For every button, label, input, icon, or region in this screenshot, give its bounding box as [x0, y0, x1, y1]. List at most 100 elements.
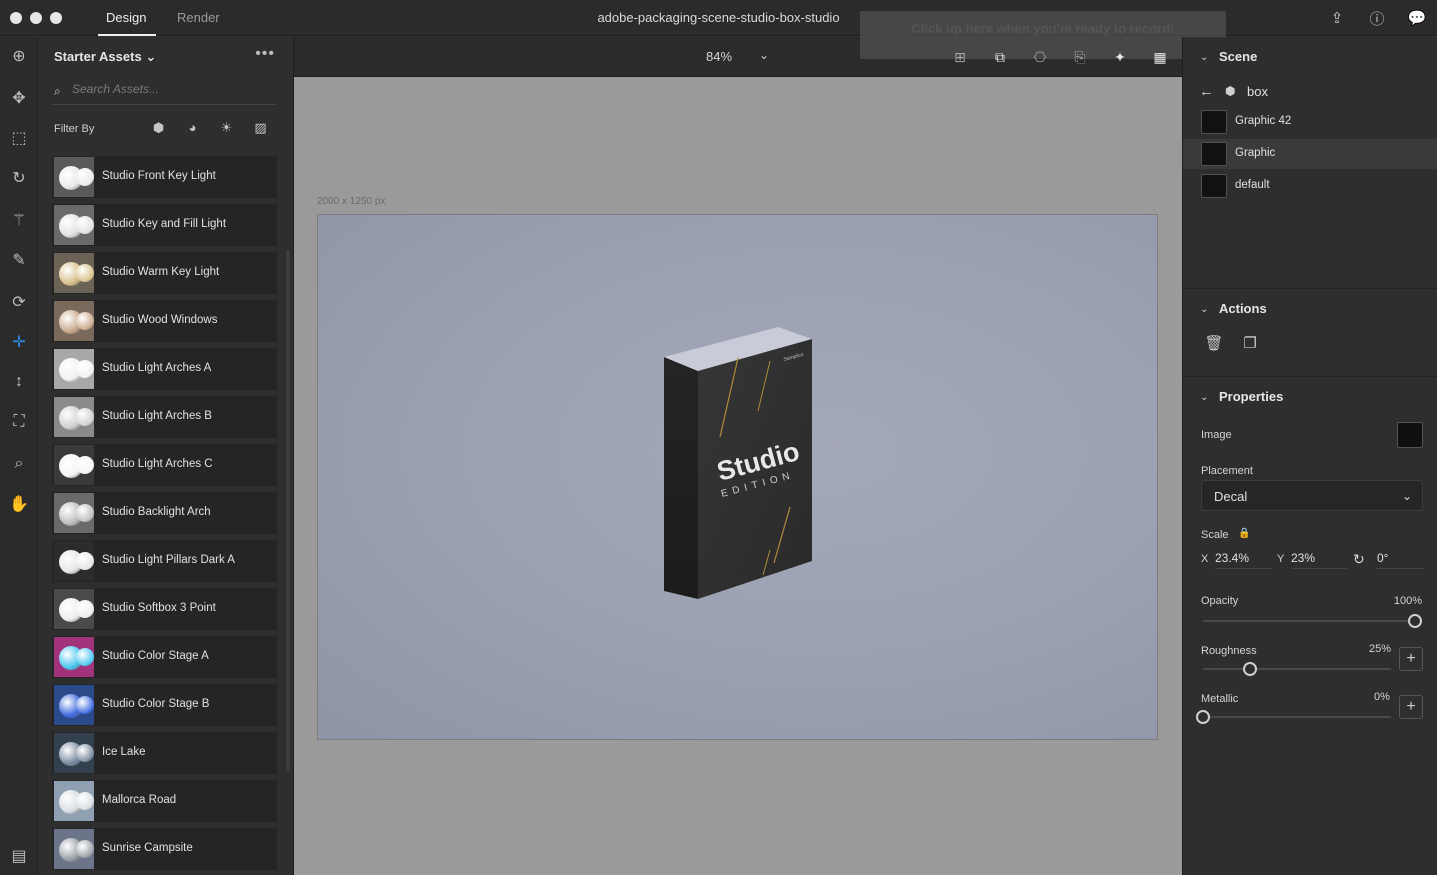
- frame-icon[interactable]: ⛶: [7, 410, 31, 434]
- placement-select[interactable]: Decal ⌄: [1201, 480, 1423, 511]
- asset-thumbnail: [54, 781, 94, 821]
- cube-icon: ⬢: [1225, 84, 1236, 98]
- asset-label: Studio Color Stage A: [102, 650, 209, 662]
- camera-add-icon[interactable]: ⎘: [1069, 47, 1091, 67]
- eyedropper-icon[interactable]: ✎: [7, 248, 31, 272]
- preview-sphere: [76, 168, 94, 186]
- asset-list-item[interactable]: Studio Wood Windows: [52, 300, 277, 342]
- asset-list-item[interactable]: Studio Color Stage A: [52, 636, 277, 678]
- assets-header-label: Starter Assets: [54, 49, 142, 64]
- filter-label: Filter By: [54, 123, 95, 135]
- zoom-level[interactable]: 84%: [706, 49, 732, 64]
- record-hint-text: Click up here when you're ready to recor…: [911, 21, 1175, 36]
- orbit-icon[interactable]: ⟳: [7, 290, 31, 314]
- grid-view-icon[interactable]: ⊞: [949, 47, 971, 67]
- rotation-input[interactable]: 0°: [1377, 551, 1423, 569]
- search-input[interactable]: [72, 82, 272, 96]
- preview-sphere: [76, 744, 94, 762]
- magic-wand-icon[interactable]: ⚚: [7, 208, 31, 232]
- rotate-icon[interactable]: ↻: [7, 166, 31, 190]
- layers-icon[interactable]: ▤: [7, 845, 31, 867]
- scale-y-input[interactable]: 23%: [1291, 551, 1347, 569]
- chevron-down-icon[interactable]: ⌄: [759, 48, 769, 62]
- scale-x-input[interactable]: 23.4%: [1215, 551, 1271, 569]
- hand-icon[interactable]: ✋: [7, 492, 31, 516]
- dolly-icon[interactable]: ↕: [7, 370, 31, 394]
- placement-label: Placement: [1201, 465, 1253, 477]
- image-label: Image: [1201, 429, 1232, 441]
- render-preview-icon[interactable]: ▦: [1149, 47, 1171, 67]
- assets-scrollbar[interactable]: [286, 250, 290, 772]
- asset-list-item[interactable]: Sunrise Campsite: [52, 828, 277, 870]
- asset-list-item[interactable]: Studio Color Stage B: [52, 684, 277, 726]
- roughness-slider-track[interactable]: [1203, 668, 1391, 670]
- asset-list-item[interactable]: Studio Light Arches C: [52, 444, 277, 486]
- pan-icon[interactable]: ✛: [7, 330, 31, 354]
- layer-item[interactable]: default: [1183, 171, 1437, 201]
- placement-value: Decal: [1214, 489, 1248, 504]
- scene-section-title[interactable]: Scene: [1219, 49, 1257, 64]
- asset-list: Studio Front Key Light Studio Key and Fil…: [52, 156, 278, 875]
- asset-list-item[interactable]: Studio Light Arches B: [52, 396, 277, 438]
- asset-list-item[interactable]: Studio Key and Fill Light: [52, 204, 277, 246]
- asset-list-item[interactable]: Studio Softbox 3 Point: [52, 588, 277, 630]
- more-options-icon[interactable]: •••: [255, 45, 275, 63]
- feedback-icon[interactable]: 💬: [1407, 8, 1427, 28]
- asset-thumbnail: [54, 541, 94, 581]
- chevron-down-icon[interactable]: ⌄: [1200, 304, 1208, 315]
- lock-icon[interactable]: 🔒: [1238, 528, 1250, 539]
- add-roughness-map-button[interactable]: +: [1399, 647, 1423, 671]
- properties-section-title[interactable]: Properties: [1219, 389, 1283, 404]
- artboard[interactable]: Studio EDITION Samplico: [317, 214, 1158, 740]
- opacity-slider-track[interactable]: [1203, 620, 1415, 622]
- asset-label: Studio Warm Key Light: [102, 266, 220, 278]
- actions-section-title[interactable]: Actions: [1219, 301, 1267, 316]
- material-filter-icon[interactable]: ◕: [184, 119, 201, 136]
- asset-thumbnail: [54, 301, 94, 341]
- camera-icon[interactable]: ⎔: [1029, 47, 1051, 67]
- back-arrow-icon[interactable]: ←: [1199, 83, 1214, 100]
- asset-list-item[interactable]: Ice Lake: [52, 732, 277, 774]
- asset-thumbnail: [54, 253, 94, 293]
- layer-thumbnail: [1201, 174, 1227, 198]
- duplicate-icon[interactable]: ❐: [1241, 333, 1259, 353]
- image-filter-icon[interactable]: ▨: [252, 119, 269, 136]
- asset-label: Studio Color Stage B: [102, 698, 210, 710]
- chevron-down-icon[interactable]: ⌄: [1200, 392, 1208, 403]
- metallic-slider-track[interactable]: [1203, 716, 1391, 718]
- layer-item[interactable]: Graphic 42: [1183, 107, 1437, 137]
- scale-icon[interactable]: ⬚: [7, 126, 31, 150]
- assets-dropdown[interactable]: Starter Assets ⌄: [54, 49, 156, 65]
- image-swatch[interactable]: [1397, 422, 1423, 448]
- model-filter-icon[interactable]: ⬢: [150, 119, 167, 136]
- star-camera-icon[interactable]: ✦: [1109, 47, 1131, 67]
- scene-object-name: box: [1247, 84, 1268, 99]
- zoom-icon[interactable]: ⌕: [7, 452, 31, 476]
- layer-item-selected[interactable]: Graphic: [1183, 139, 1437, 169]
- scale-y-label: Y: [1277, 553, 1285, 565]
- metallic-slider-knob[interactable]: [1196, 710, 1210, 724]
- move-icon[interactable]: ✥: [7, 86, 31, 110]
- box-side-face: [664, 357, 698, 599]
- asset-list-item[interactable]: Studio Light Arches A: [52, 348, 277, 390]
- opacity-slider-knob[interactable]: [1408, 614, 1422, 628]
- camera-bookmark-icon[interactable]: ⧉: [989, 47, 1011, 67]
- asset-thumbnail: [54, 349, 94, 389]
- chevron-down-icon[interactable]: ⌄: [1200, 52, 1208, 63]
- add-icon[interactable]: ⊕: [7, 44, 31, 68]
- trash-icon[interactable]: 🗑: [1204, 333, 1223, 353]
- help-icon[interactable]: ⓘ: [1367, 8, 1387, 28]
- asset-list-item[interactable]: Mallorca Road: [52, 780, 277, 822]
- light-filter-icon[interactable]: ☀: [218, 119, 235, 136]
- preview-sphere: [76, 360, 94, 378]
- roughness-slider-knob[interactable]: [1243, 662, 1257, 676]
- preview-sphere: [76, 408, 94, 426]
- add-metallic-map-button[interactable]: +: [1399, 695, 1423, 719]
- asset-list-item[interactable]: Studio Backlight Arch: [52, 492, 277, 534]
- share-icon[interactable]: ⇪: [1327, 8, 1347, 28]
- asset-list-item[interactable]: Studio Front Key Light: [52, 156, 277, 198]
- preview-sphere: [76, 216, 94, 234]
- asset-list-item[interactable]: Studio Warm Key Light: [52, 252, 277, 294]
- search-box[interactable]: ⌕: [52, 79, 276, 105]
- asset-list-item[interactable]: Studio Light Pillars Dark A: [52, 540, 277, 582]
